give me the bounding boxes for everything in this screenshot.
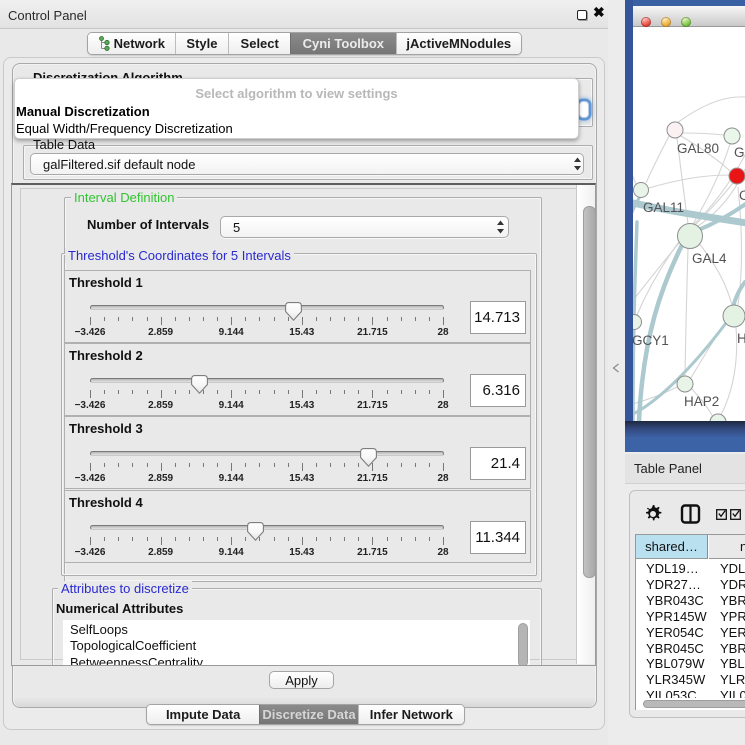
svg-text:GAL4: GAL4: [692, 251, 727, 266]
svg-text:GAL11: GAL11: [643, 200, 684, 215]
svg-text:HAP2: HAP2: [684, 394, 719, 409]
svg-text:GAL80: GAL80: [677, 141, 719, 156]
svg-text:C: C: [739, 188, 745, 203]
svg-text:H: H: [737, 331, 745, 346]
svg-text:G: G: [734, 145, 745, 160]
svg-text:GCY1: GCY1: [633, 333, 669, 348]
